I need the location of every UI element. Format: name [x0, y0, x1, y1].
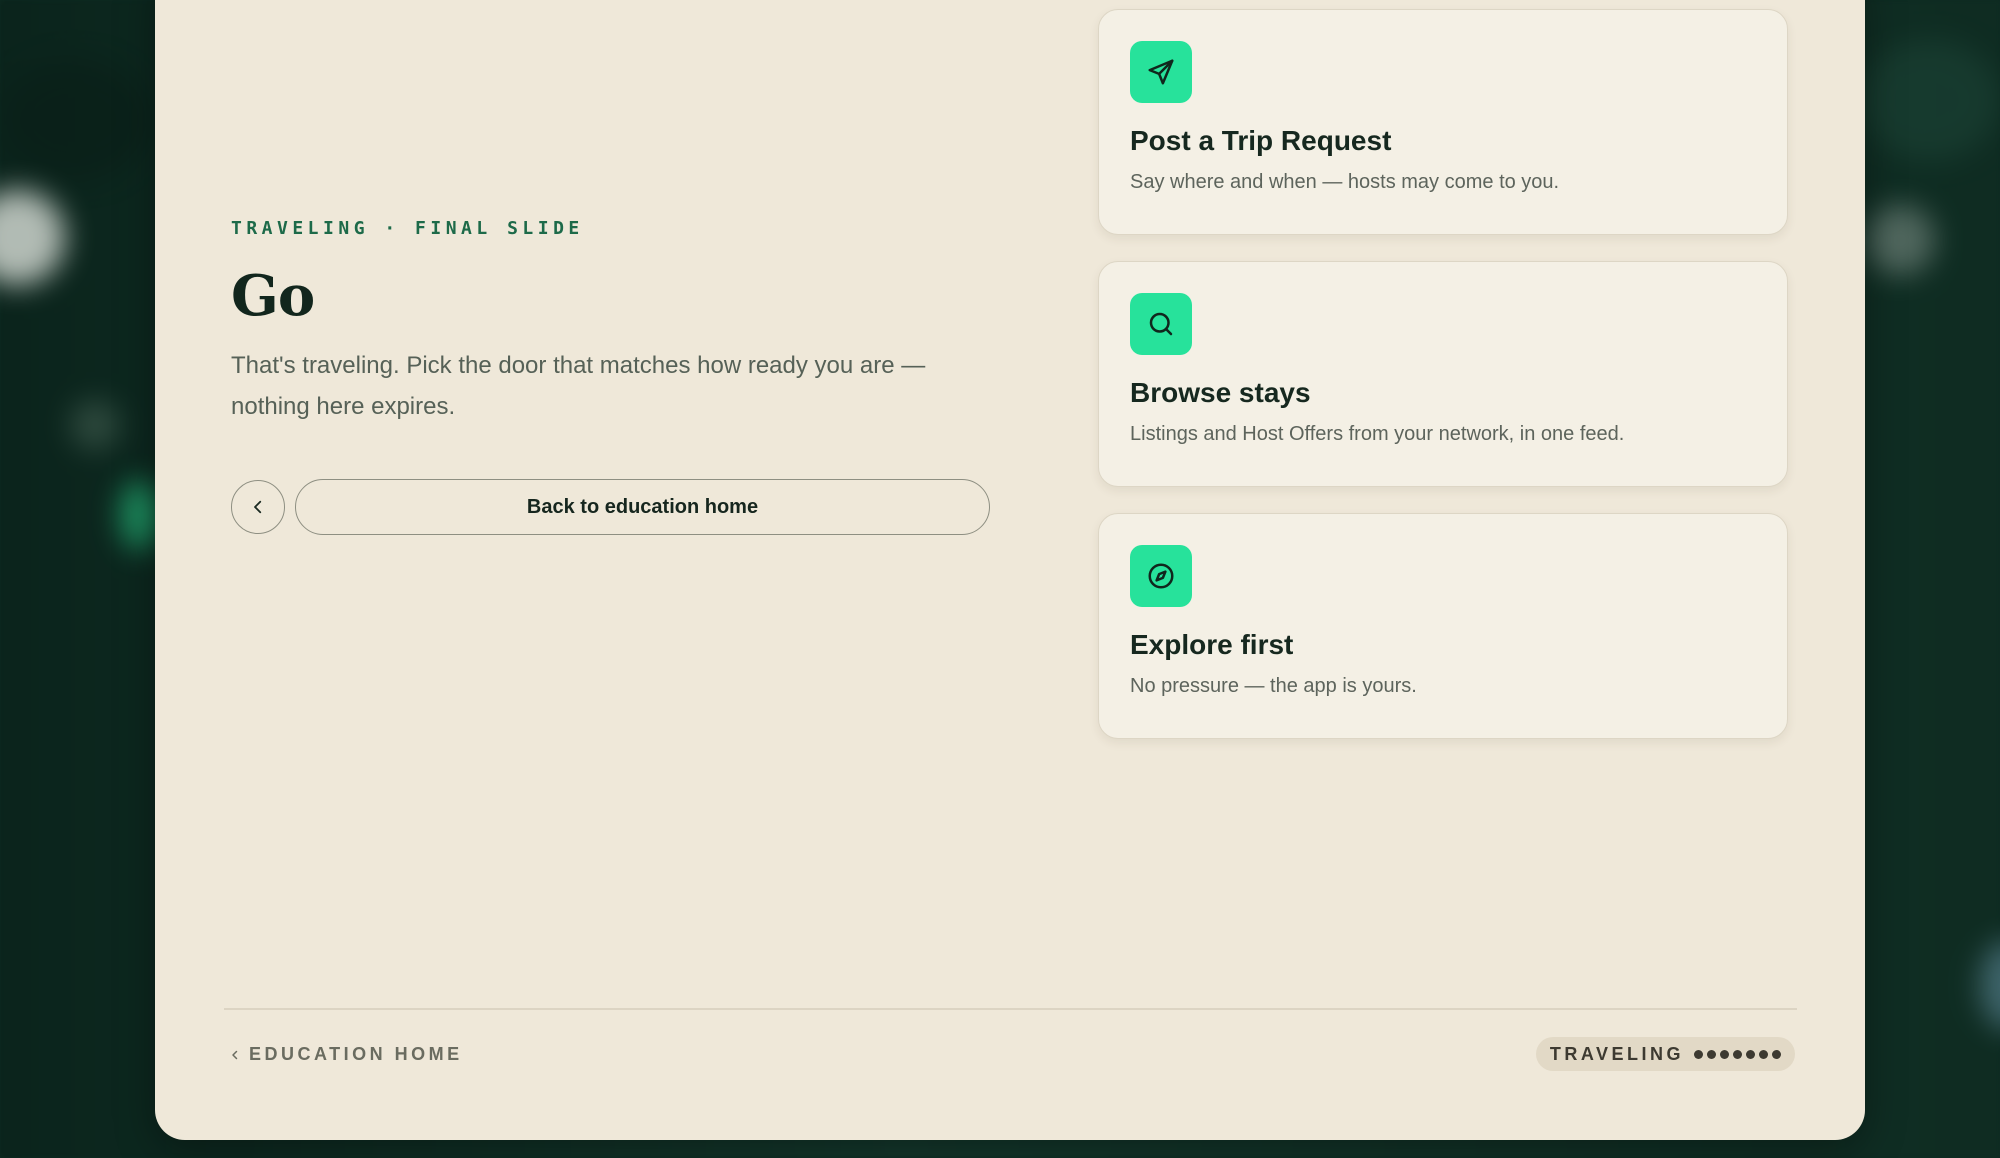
progress-dot [1733, 1049, 1742, 1059]
chevron-left-icon [232, 1050, 238, 1059]
card-post-trip-request[interactable]: Post a Trip Request Say where and when —… [1098, 9, 1788, 235]
card-title: Explore first [1130, 629, 1294, 660]
card-title: Post a Trip Request [1130, 125, 1392, 156]
slide-actions: Back to education home [231, 479, 1011, 535]
card-description: Listings and Host Offers from your netwo… [1130, 423, 1625, 445]
slide-title: Go [231, 263, 315, 329]
progress-dot [1694, 1049, 1703, 1059]
slide-lead: That's traveling. Pick the door that mat… [231, 352, 926, 420]
card-icon-box [1130, 293, 1192, 355]
card-explore-first[interactable]: Explore first No pressure — the app is y… [1098, 513, 1788, 739]
progress-dot [1707, 1049, 1716, 1059]
previous-slide-button[interactable] [231, 480, 285, 534]
education-slide-panel: TRAVELING · FINAL SLIDE Go That's travel… [155, 0, 1865, 1140]
education-home-link[interactable]: EDUCATION HOME [229, 1044, 463, 1065]
progress-dot [1772, 1049, 1781, 1059]
card-description: No pressure — the app is yours. [1130, 675, 1417, 697]
progress-dot [1759, 1049, 1768, 1059]
card-icon-box [1130, 41, 1192, 103]
slide-intro: TRAVELING · FINAL SLIDE Go That's travel… [231, 218, 1011, 535]
progress-dots [1694, 1049, 1781, 1059]
compass-icon [1148, 563, 1174, 589]
section-label: TRAVELING [1549, 1043, 1684, 1064]
card-description: Say where and when — hosts may come to y… [1130, 171, 1560, 193]
section-progress-badge: TRAVELING [1535, 1037, 1795, 1071]
footer-divider [224, 1008, 1797, 1010]
education-home-label: EDUCATION HOME [249, 1044, 463, 1064]
send-icon [1148, 59, 1174, 85]
progress-dot [1746, 1049, 1755, 1059]
back-to-education-home-button[interactable]: Back to education home [295, 479, 990, 535]
progress-dot [1720, 1049, 1729, 1059]
card-browse-stays[interactable]: Browse stays Listings and Host Offers fr… [1098, 261, 1788, 487]
slide-eyebrow: TRAVELING · FINAL SLIDE [231, 218, 584, 239]
search-icon [1149, 312, 1173, 336]
chevron-left-icon [254, 500, 262, 514]
card-icon-box [1130, 545, 1192, 607]
next-step-cards: Post a Trip Request Say where and when —… [1098, 9, 1788, 765]
card-title: Browse stays [1130, 377, 1311, 408]
